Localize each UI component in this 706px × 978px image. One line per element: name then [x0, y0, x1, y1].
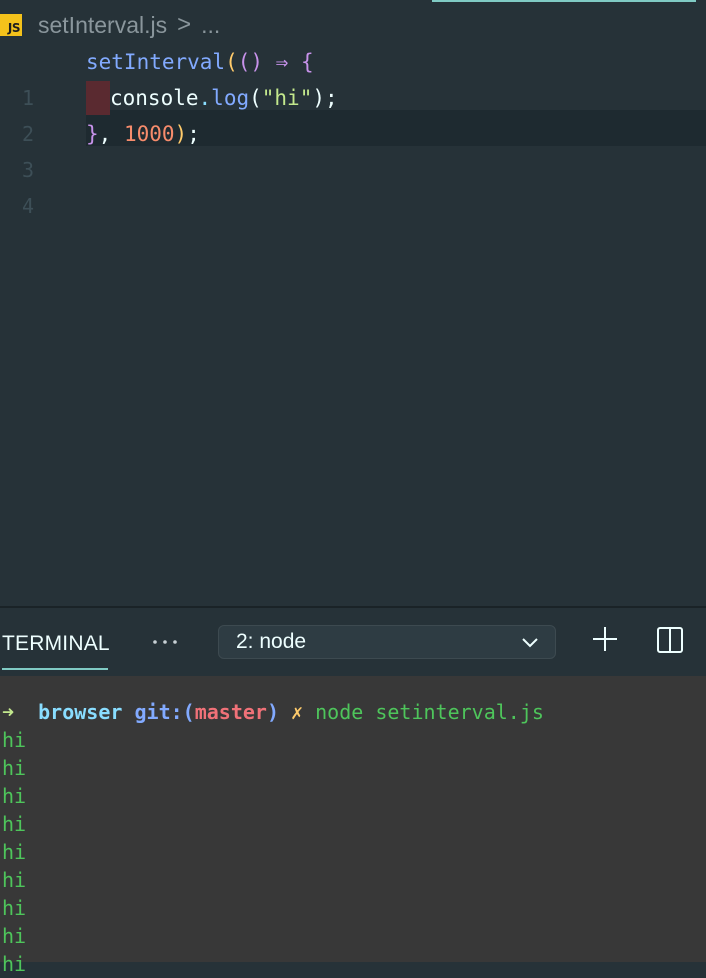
split-terminal-icon[interactable]	[656, 626, 684, 654]
code-line-4[interactable]: 4	[0, 152, 706, 218]
terminal-output-line: hi	[2, 840, 27, 864]
terminal-output-line: hi	[2, 924, 27, 948]
token-paren: );	[312, 86, 338, 110]
token-semicolon: ;	[187, 122, 200, 146]
terminal-output-line: hi	[2, 728, 27, 752]
breadcrumb-file[interactable]: setInterval.js	[38, 12, 167, 39]
editor-pane[interactable]: JS setInterval.js > ... 1 setInterval(()…	[0, 0, 706, 606]
terminal-output-line: hi	[2, 952, 27, 976]
terminal-output-line: hi	[2, 784, 27, 808]
code-line-3[interactable]: 3 }, 1000);	[0, 116, 706, 182]
tab-active-underline	[2, 668, 108, 670]
prompt-git-label: git:(	[134, 700, 195, 724]
terminal-output-line: hi	[2, 756, 27, 780]
token-brace: }	[86, 122, 99, 146]
token-method: log	[211, 86, 250, 110]
prompt-arrow-icon: ➜	[2, 700, 15, 724]
prompt-git-branch: master	[194, 700, 267, 724]
terminal-select[interactable]: 2: node	[218, 625, 556, 659]
token-paren: (	[225, 50, 238, 74]
prompt-directory: browser	[38, 700, 123, 724]
panel-header: TERMINAL 2: node	[0, 608, 706, 676]
terminal-output-line: hi	[2, 868, 27, 892]
token-paren: (	[249, 86, 262, 110]
terminal-output[interactable]: ➜ browser git:(master) ✗ node setinterva…	[0, 676, 706, 976]
token-dot: .	[198, 86, 212, 110]
terminal-output-line: hi	[2, 812, 27, 836]
prompt-git-close: )	[266, 700, 279, 724]
terminal-prompt-line: ➜ browser git:(master) ✗ node setinterva…	[0, 698, 706, 726]
breadcrumb-separator: >	[177, 11, 192, 38]
token-function: setInterval	[86, 50, 226, 74]
tab-active-indicator	[432, 0, 696, 2]
new-terminal-plus-icon[interactable]	[590, 624, 620, 654]
prompt-dirty-icon: ✗	[291, 700, 304, 724]
token-brace: {	[300, 50, 314, 74]
code-editor[interactable]: 1 setInterval(() ⇒ { 2 console.log("hi")…	[0, 44, 706, 218]
javascript-file-icon: JS	[0, 14, 22, 36]
more-actions-icon[interactable]	[150, 626, 180, 656]
token-paren: )	[174, 122, 188, 146]
terminal-command: node setinterval.js	[315, 700, 544, 724]
line-number: 4	[21, 194, 34, 218]
breadcrumb: JS setInterval.js > ...	[0, 8, 220, 42]
code-line-2[interactable]: 2 console.log("hi");	[0, 80, 706, 146]
token-string: "hi"	[261, 86, 313, 110]
code-line-1[interactable]: 1 setInterval(() ⇒ {	[0, 44, 706, 110]
chevron-down-icon	[522, 638, 538, 648]
token-comma: ,	[98, 122, 124, 146]
token-arrow: ⇒	[263, 50, 301, 74]
terminal-output-line: hi	[2, 896, 27, 920]
token-identifier: console	[110, 86, 199, 110]
breadcrumb-more[interactable]: ...	[201, 12, 220, 39]
token-number: 1000	[123, 122, 175, 146]
token-params: ()	[237, 50, 264, 74]
terminal-select-value: 2: node	[236, 630, 307, 653]
tab-terminal[interactable]: TERMINAL	[2, 632, 110, 656]
indent-error-marker	[86, 81, 110, 115]
